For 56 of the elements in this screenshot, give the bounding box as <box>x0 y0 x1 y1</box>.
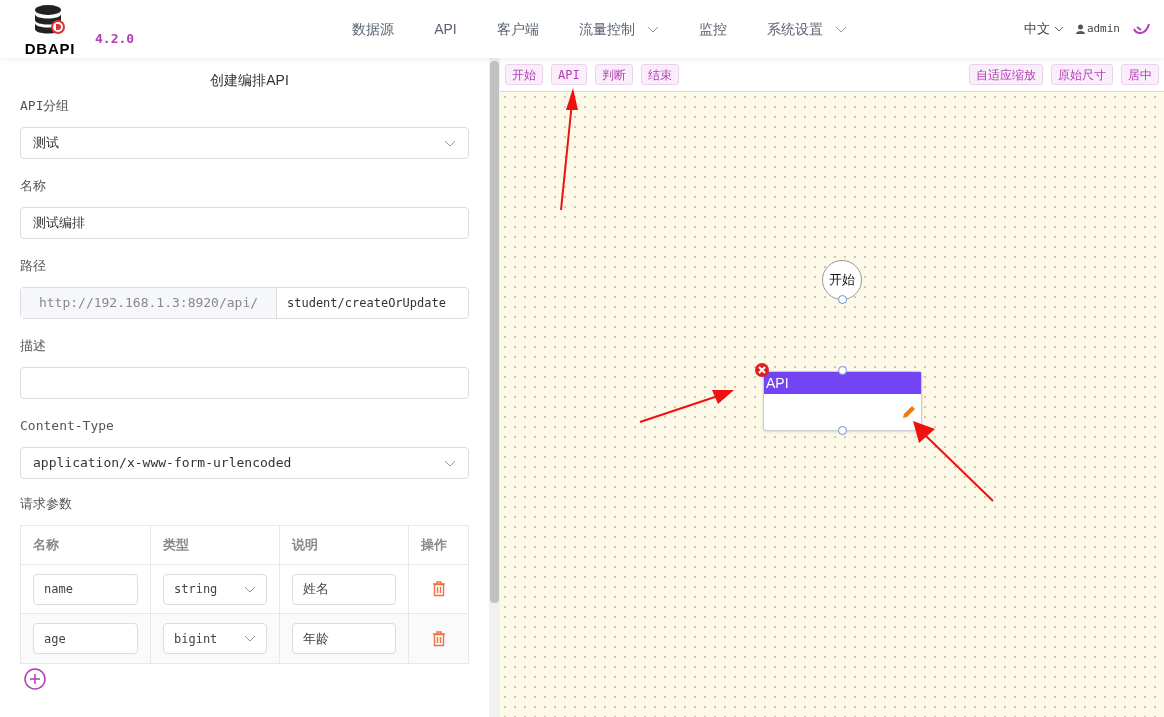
column-header: 操作 <box>420 536 448 555</box>
input-field[interactable] <box>20 367 469 399</box>
toolbar-button[interactable]: 居中 <box>1121 64 1159 85</box>
input-field[interactable]: name <box>33 573 138 605</box>
chevron-down-icon <box>444 139 456 147</box>
nav-item[interactable]: 系统设置 <box>746 18 867 40</box>
select-field[interactable]: 测试 <box>20 127 469 159</box>
form-title: 创建编排API <box>209 71 290 90</box>
column-header: 类型 <box>151 526 280 564</box>
nav-item[interactable]: 流量控制 <box>558 18 679 40</box>
node-button[interactable]: 结束 <box>640 64 679 85</box>
node-button[interactable]: 判断 <box>594 64 633 85</box>
start-node[interactable]: 开始 <box>822 260 862 300</box>
toolbar-button[interactable]: 自适应缩放 <box>969 64 1043 85</box>
add-icon[interactable] <box>24 668 46 690</box>
field-label: Content-Type <box>20 417 115 435</box>
close-icon[interactable] <box>755 363 769 377</box>
toolbar-button[interactable]: 原始尺寸 <box>1051 64 1113 85</box>
api-node[interactable]: API <box>763 371 922 431</box>
scrollbar-thumb[interactable] <box>490 61 499 603</box>
column-header: 名称 <box>21 526 151 564</box>
select-field[interactable]: application/x-www-form-urlencoded <box>20 447 469 479</box>
nav-item[interactable]: 客户端 <box>476 18 559 40</box>
connection-port[interactable] <box>838 366 847 375</box>
field-label: 名称 <box>20 177 47 195</box>
input-field[interactable]: 年龄 <box>292 623 396 654</box>
logo-text: DBAPI <box>24 41 76 57</box>
node-button[interactable]: 开始 <box>505 64 543 85</box>
field-label: API分组 <box>20 97 71 115</box>
delete-icon[interactable] <box>431 630 446 647</box>
nav-item[interactable]: 数据源 <box>332 18 415 40</box>
column-header: 说明 <box>280 526 409 564</box>
input-field[interactable]: age <box>33 623 138 654</box>
language-select[interactable]: 中文 <box>1023 19 1064 39</box>
delete-icon[interactable] <box>431 581 446 597</box>
user-menu[interactable]: admin <box>1075 20 1120 38</box>
chevron-down-icon <box>244 635 256 642</box>
field-label: 描述 <box>20 337 47 355</box>
chevron-down-icon <box>444 459 456 467</box>
node-button[interactable]: API <box>551 64 587 85</box>
chevron-down-icon <box>1053 26 1064 32</box>
connection-port[interactable] <box>838 295 847 304</box>
select-field[interactable]: bigint <box>163 623 267 654</box>
nav-item[interactable]: 监控 <box>678 18 747 40</box>
chevron-down-icon <box>244 585 256 593</box>
node-title: API <box>764 372 921 394</box>
connection-port[interactable] <box>838 426 847 435</box>
user-icon <box>1075 24 1085 34</box>
version-label: 4.2.0 <box>95 30 135 49</box>
edit-icon[interactable] <box>901 404 917 420</box>
nav-item[interactable]: API <box>414 18 477 40</box>
field-label: 路径 <box>20 257 47 275</box>
section-label: 请求参数 <box>20 495 73 513</box>
input-field[interactable]: 测试编排 <box>20 207 469 239</box>
select-field[interactable]: string <box>163 573 267 605</box>
input-field[interactable]: 姓名 <box>292 573 396 605</box>
